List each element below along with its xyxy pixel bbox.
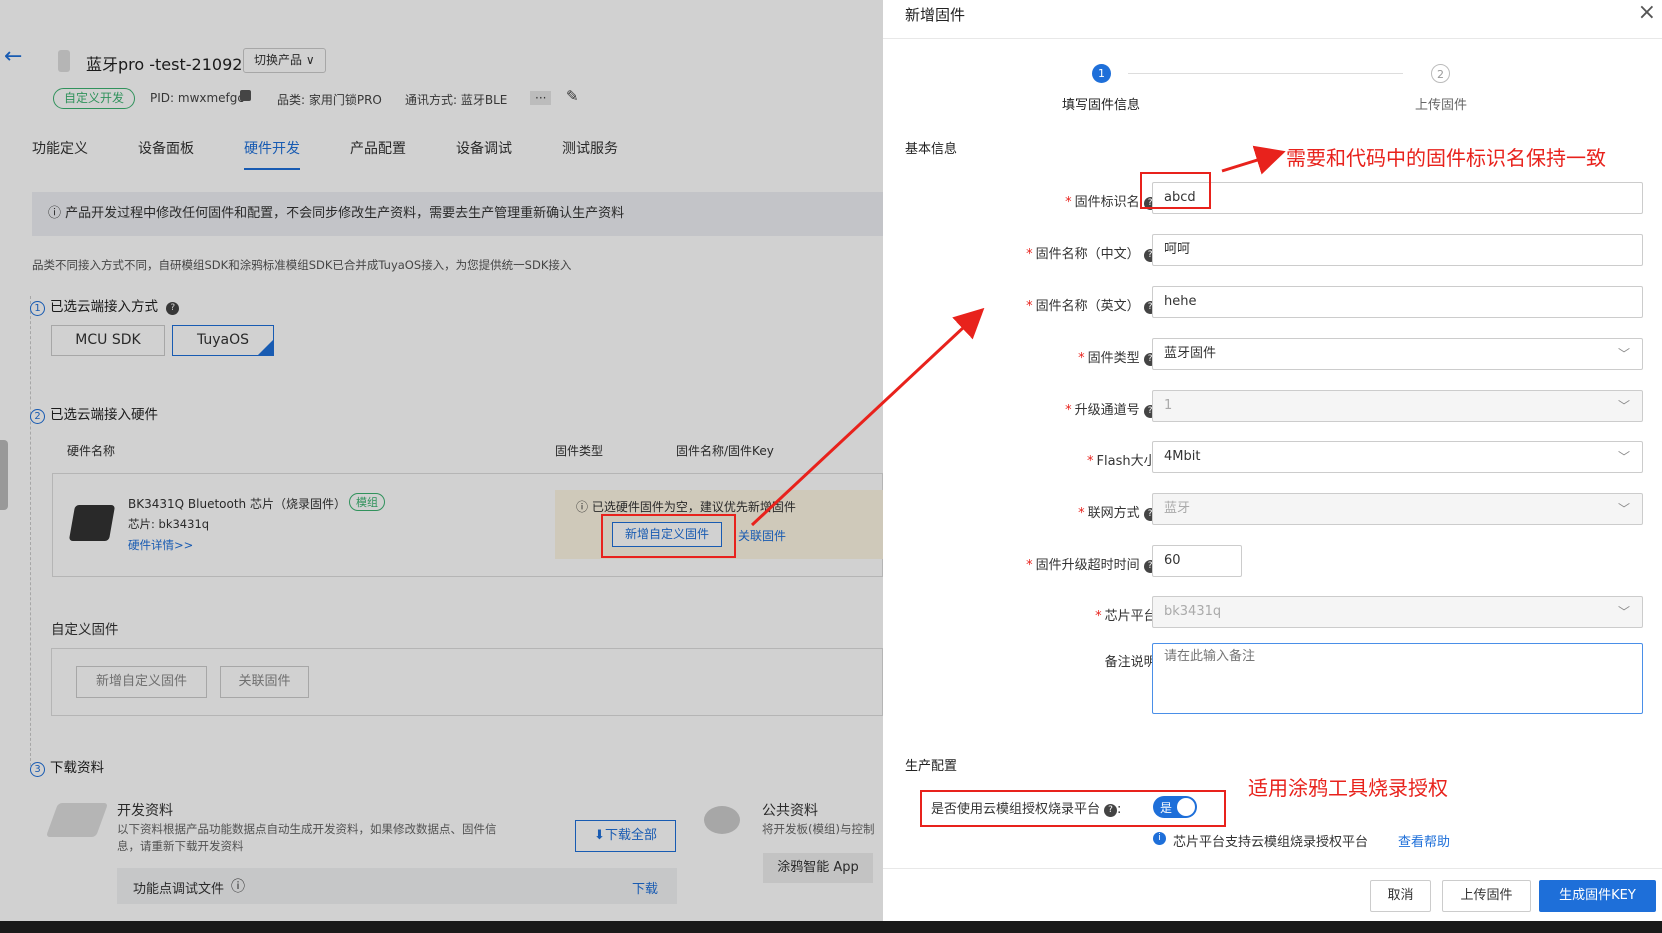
taskbar — [0, 921, 1662, 933]
annotation-arrows — [750, 145, 1286, 527]
arrow-to-form — [750, 307, 985, 527]
arrow-to-annotation-1 — [1221, 145, 1286, 175]
